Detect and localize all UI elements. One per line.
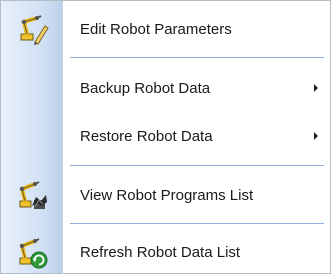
submenu-arrow-icon: [314, 132, 318, 140]
menu-item-view-robot-programs-list[interactable]: View Robot Programs List: [1, 170, 330, 220]
menu-item-backup-robot-data[interactable]: Backup Robot Data: [1, 63, 330, 113]
menu-item-refresh-robot-data-list[interactable]: Refresh Robot Data List: [1, 227, 330, 277]
context-menu: Edit Robot Parameters Backup Robot Data …: [0, 0, 331, 274]
menu-separator: [70, 165, 324, 166]
menu-separator: [70, 223, 324, 224]
submenu-arrow-icon: [314, 84, 318, 92]
menu-item-label: Restore Robot Data: [80, 127, 213, 145]
menu-item-edit-robot-parameters[interactable]: Edit Robot Parameters: [1, 4, 330, 54]
menu-item-label: View Robot Programs List: [80, 186, 254, 204]
menu-item-label: Edit Robot Parameters: [80, 20, 232, 38]
menu-item-label: Refresh Robot Data List: [80, 243, 241, 261]
menu-separator: [70, 57, 324, 58]
robot-programs-icon: [1, 170, 62, 220]
menu-item-restore-robot-data[interactable]: Restore Robot Data: [1, 111, 330, 161]
robot-edit-icon: [1, 4, 62, 54]
menu-item-label: Backup Robot Data: [80, 79, 211, 97]
robot-refresh-icon: [1, 227, 62, 277]
